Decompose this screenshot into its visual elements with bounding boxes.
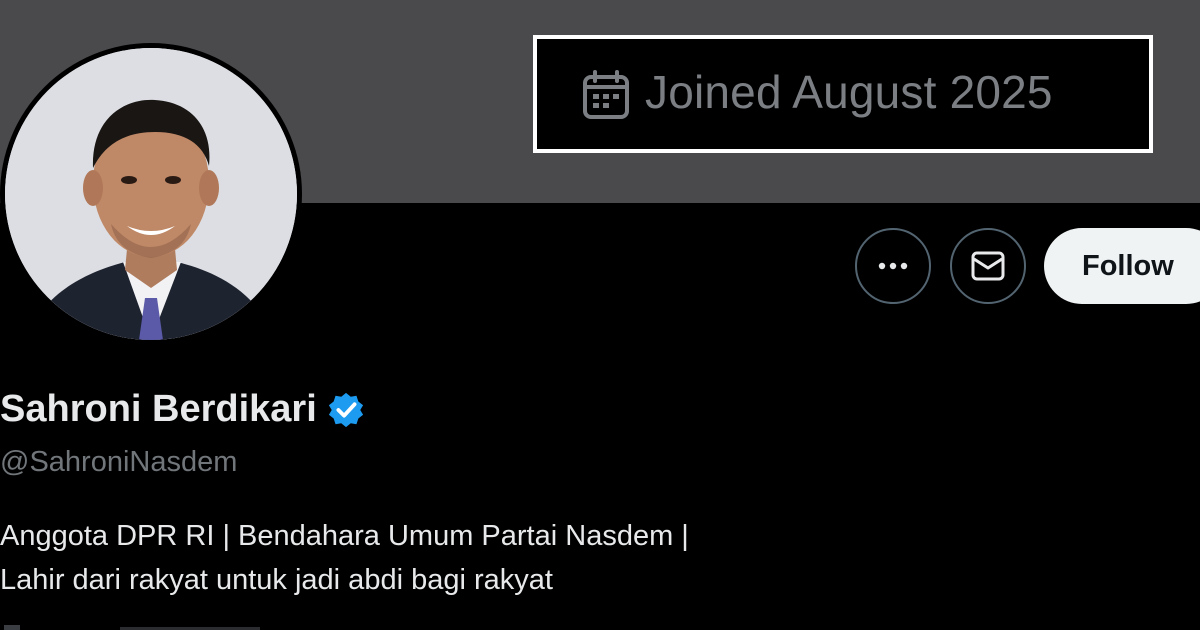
envelope-icon xyxy=(971,251,1005,281)
profile-bio: Anggota DPR RI | Bendahara Umum Partai N… xyxy=(0,514,689,602)
user-handle: @SahroniNasdem xyxy=(0,446,238,478)
display-name: Sahroni Berdikari xyxy=(0,388,317,430)
avatar[interactable] xyxy=(5,48,297,340)
bio-line: Anggota DPR RI | Bendahara Umum Partai N… xyxy=(0,520,689,552)
message-button[interactable] xyxy=(950,228,1026,304)
more-dots-icon xyxy=(878,262,908,270)
bio-line: Lahir dari rakyat untuk jadi abdi bagi r… xyxy=(0,564,553,596)
cut-off-row xyxy=(0,618,400,630)
name-row: Sahroni Berdikari xyxy=(0,388,365,431)
joined-date-highlight: Joined August 2025 xyxy=(533,35,1153,153)
joined-date-text: Joined August 2025 xyxy=(645,66,1053,118)
calendar-icon xyxy=(583,70,629,119)
avatar-photo xyxy=(5,48,297,340)
follow-button[interactable]: Follow xyxy=(1044,228,1200,304)
profile-page: Joined August 2025 Follow Sahroni Berdik… xyxy=(0,0,1200,630)
verified-badge-icon[interactable] xyxy=(327,391,365,429)
more-options-button[interactable] xyxy=(855,228,931,304)
partial-content xyxy=(4,625,260,630)
